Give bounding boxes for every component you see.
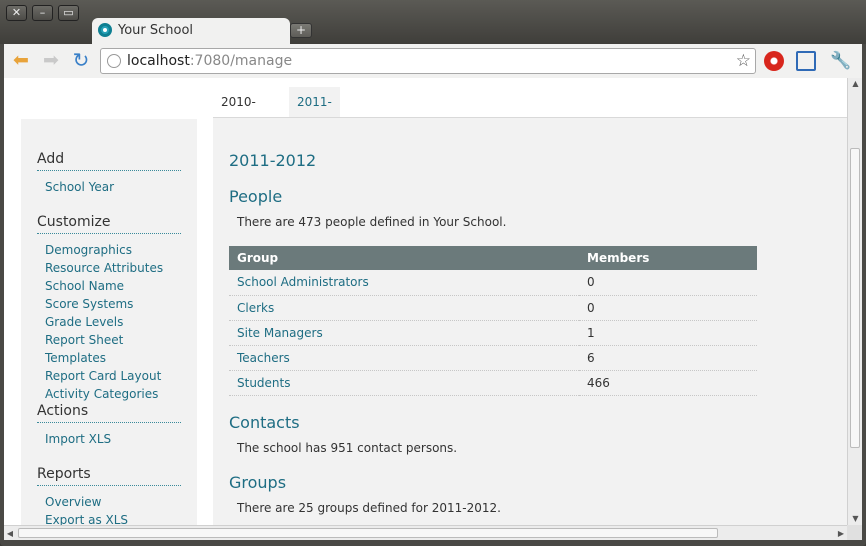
main-content: 2011-2012 People There are 473 people de… [213, 118, 847, 525]
table-row: Clerks 0 [229, 295, 757, 321]
sidebar-item-score-systems[interactable]: Score Systems [37, 295, 181, 313]
member-count: 0 [579, 295, 757, 321]
opera-icon[interactable] [764, 51, 784, 71]
close-icon[interactable]: ✕ [6, 5, 27, 21]
sidebar-item-demographics[interactable]: Demographics [37, 241, 181, 259]
page-viewport: 2010-2011 2011-2012 Add School Year Cust… [4, 78, 847, 525]
sidebar-section-reports: Reports Overview Export as XLS [37, 466, 181, 525]
scroll-right-icon[interactable]: ▶ [835, 526, 847, 541]
url-host: localhost [127, 53, 190, 69]
browser-window: ✕ – ▭ Your School + ⬅ ➡ ↻ localhost:7080… [0, 0, 866, 546]
sidebar-section-add: Add School Year [37, 151, 181, 196]
group-link-clerks[interactable]: Clerks [229, 295, 579, 321]
sidebar-heading: Reports [37, 466, 181, 486]
globe-icon [107, 54, 121, 68]
sidebar-item-resource-attributes[interactable]: Resource Attributes [37, 259, 181, 277]
sidebar-item-report-sheet-templates[interactable]: Report Sheet Templates [37, 331, 181, 367]
title-bar: ✕ – ▭ Your School + [0, 0, 866, 44]
groups-heading: Groups [229, 473, 287, 492]
fullscreen-icon[interactable] [796, 51, 816, 71]
members-table: Group Members School Administrators 0 Cl… [229, 246, 757, 396]
scroll-left-icon[interactable]: ◀ [4, 526, 16, 541]
scrollbar-corner [847, 525, 862, 540]
sidebar-heading: Actions [37, 403, 181, 423]
url-path: :7080/manage [189, 53, 293, 69]
sidebar-section-actions: Actions Import XLS [37, 403, 181, 448]
sidebar: Add School Year Customize Demographics R… [21, 119, 197, 525]
sidebar-item-activity-categories[interactable]: Activity Categories [37, 385, 181, 403]
sidebar-section-customize: Customize Demographics Resource Attribut… [37, 214, 181, 403]
schooltool-favicon [98, 23, 112, 37]
reload-icon[interactable]: ↻ [70, 50, 92, 72]
column-header-group: Group [229, 246, 579, 270]
table-row: School Administrators 0 [229, 270, 757, 296]
group-link-site-managers[interactable]: Site Managers [229, 320, 579, 346]
horizontal-scroll-thumb[interactable] [18, 528, 718, 538]
new-tab-button[interactable]: + [290, 23, 312, 38]
sidebar-item-export-as-xls[interactable]: Export as XLS [37, 511, 181, 525]
wrench-icon[interactable]: 🔧 [830, 51, 851, 71]
table-row: Site Managers 1 [229, 320, 757, 346]
people-summary: There are 473 people defined in Your Sch… [237, 215, 507, 229]
member-count: 6 [579, 345, 757, 371]
sidebar-item-overview[interactable]: Overview [37, 493, 181, 511]
sidebar-item-grade-levels[interactable]: Grade Levels [37, 313, 181, 331]
forward-arrow-icon[interactable]: ➡ [40, 50, 62, 72]
star-icon[interactable]: ☆ [736, 51, 751, 71]
tab-2010-2011[interactable]: 2010-2011 [213, 87, 264, 139]
back-arrow-icon[interactable]: ⬅ [10, 50, 32, 72]
sidebar-heading: Add [37, 151, 181, 171]
table-header-row: Group Members [229, 246, 757, 270]
member-count: 1 [579, 320, 757, 346]
sidebar-item-import-xls[interactable]: Import XLS [37, 430, 181, 448]
address-bar[interactable]: localhost:7080/manage ☆ [100, 48, 756, 74]
maximize-icon[interactable]: ▭ [58, 5, 79, 21]
group-link-students[interactable]: Students [229, 370, 579, 396]
contacts-summary: The school has 951 contact persons. [237, 441, 458, 455]
sidebar-item-school-name[interactable]: School Name [37, 277, 181, 295]
scroll-down-icon[interactable]: ▼ [848, 513, 863, 525]
horizontal-scrollbar[interactable]: ◀ ▶ [4, 525, 847, 540]
table-row: Students 466 [229, 370, 757, 396]
group-link-teachers[interactable]: Teachers [229, 345, 579, 371]
group-link-school-administrators[interactable]: School Administrators [229, 270, 579, 296]
page-title: 2011-2012 [229, 151, 317, 170]
tab-title: Your School [118, 23, 194, 38]
vertical-scroll-thumb[interactable] [850, 148, 860, 448]
scroll-up-icon[interactable]: ▲ [848, 78, 863, 90]
sidebar-heading: Customize [37, 214, 181, 234]
sidebar-item-report-card-layout[interactable]: Report Card Layout [37, 367, 181, 385]
member-count: 0 [579, 270, 757, 296]
browser-toolbar: ⬅ ➡ ↻ localhost:7080/manage ☆ 🔧 [4, 44, 862, 78]
minimize-icon[interactable]: – [32, 5, 53, 21]
groups-summary: There are 25 groups defined for 2011-201… [237, 501, 501, 515]
people-heading: People [229, 187, 283, 206]
column-header-members: Members [579, 246, 757, 270]
sidebar-item-school-year[interactable]: School Year [37, 178, 181, 196]
table-row: Teachers 6 [229, 345, 757, 371]
tab-2011-2012[interactable]: 2011-2012 [289, 87, 340, 139]
member-count: 466 [579, 370, 757, 396]
url-text[interactable]: localhost:7080/manage [127, 53, 292, 69]
browser-tab[interactable]: Your School [92, 18, 290, 44]
contacts-heading: Contacts [229, 413, 300, 432]
vertical-scrollbar[interactable]: ▲ ▼ [847, 78, 862, 525]
